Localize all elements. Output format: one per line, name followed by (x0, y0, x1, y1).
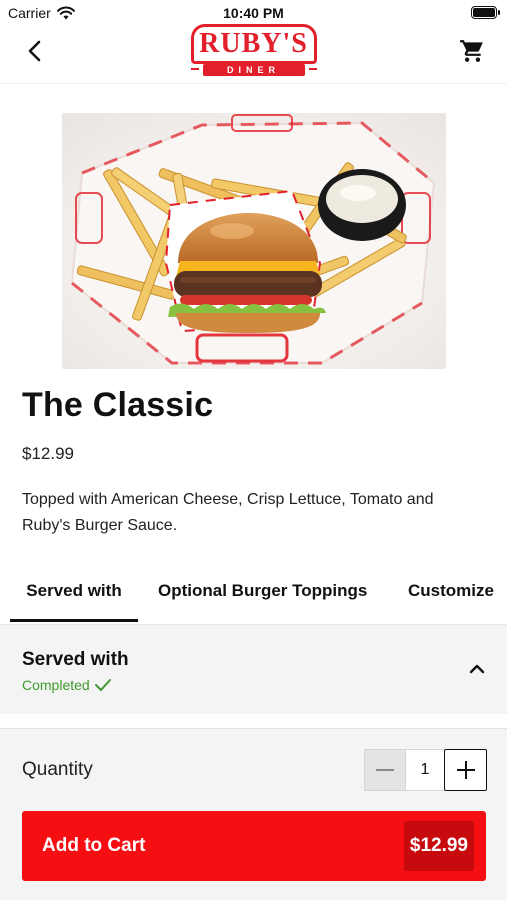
section-title: Served with (22, 649, 129, 670)
plus-icon (456, 761, 475, 779)
nav-header: RUBY'S DINER (0, 24, 507, 84)
tab-label: Customize (408, 581, 494, 600)
burger-fries-photo (62, 113, 446, 369)
add-to-cart-label: Add to Cart (42, 835, 146, 856)
rubys-diner-logo: RUBY'S DINER (190, 24, 317, 80)
tab-label: Optional Burger Toppings (158, 581, 368, 600)
checkmark-icon (94, 679, 111, 691)
section-status: Completed (22, 677, 112, 693)
collapse-button[interactable] (463, 655, 491, 683)
served-with-section[interactable]: Served with Completed (0, 624, 507, 714)
tab-optional-burger-toppings[interactable]: Optional Burger Toppings (158, 560, 367, 622)
chevron-left-icon (28, 40, 41, 62)
tab-label: Served with (26, 581, 122, 600)
battery-icon (471, 6, 500, 19)
add-to-cart-button[interactable]: Add to Cart $12.99 (22, 811, 486, 881)
tab-served-with[interactable]: Served with (10, 560, 138, 622)
cart-button[interactable] (455, 34, 489, 68)
logo-text: RUBY'S (199, 28, 308, 59)
quantity-stepper: 1 (364, 749, 487, 791)
active-tab-indicator (10, 619, 138, 622)
increase-quantity-button[interactable] (444, 749, 487, 791)
product-name: The Classic (22, 386, 214, 424)
add-to-cart-price: $12.99 (403, 821, 474, 871)
chevron-up-icon (469, 664, 485, 674)
back-button[interactable] (18, 34, 52, 68)
minus-icon (376, 769, 394, 771)
status-bar: Carrier 10:40 PM (0, 0, 507, 24)
quantity-value[interactable]: 1 (406, 749, 444, 791)
option-tabs: Served with Optional Burger Toppings Cus… (0, 560, 507, 622)
quantity-label: Quantity (22, 759, 93, 780)
status-text: Completed (22, 677, 90, 693)
order-panel: Quantity 1 Add to Cart $12.99 (0, 728, 507, 900)
shopping-cart-icon (460, 40, 483, 62)
decrease-quantity-button[interactable] (364, 749, 406, 791)
logo-subtext: DINER (226, 65, 280, 75)
tab-customize[interactable]: Customize (408, 560, 494, 622)
product-description: Topped with American Cheese, Crisp Lettu… (22, 491, 434, 534)
product-price: $12.99 (22, 444, 74, 463)
status-time: 10:40 PM (223, 5, 284, 21)
product-image (62, 113, 446, 369)
